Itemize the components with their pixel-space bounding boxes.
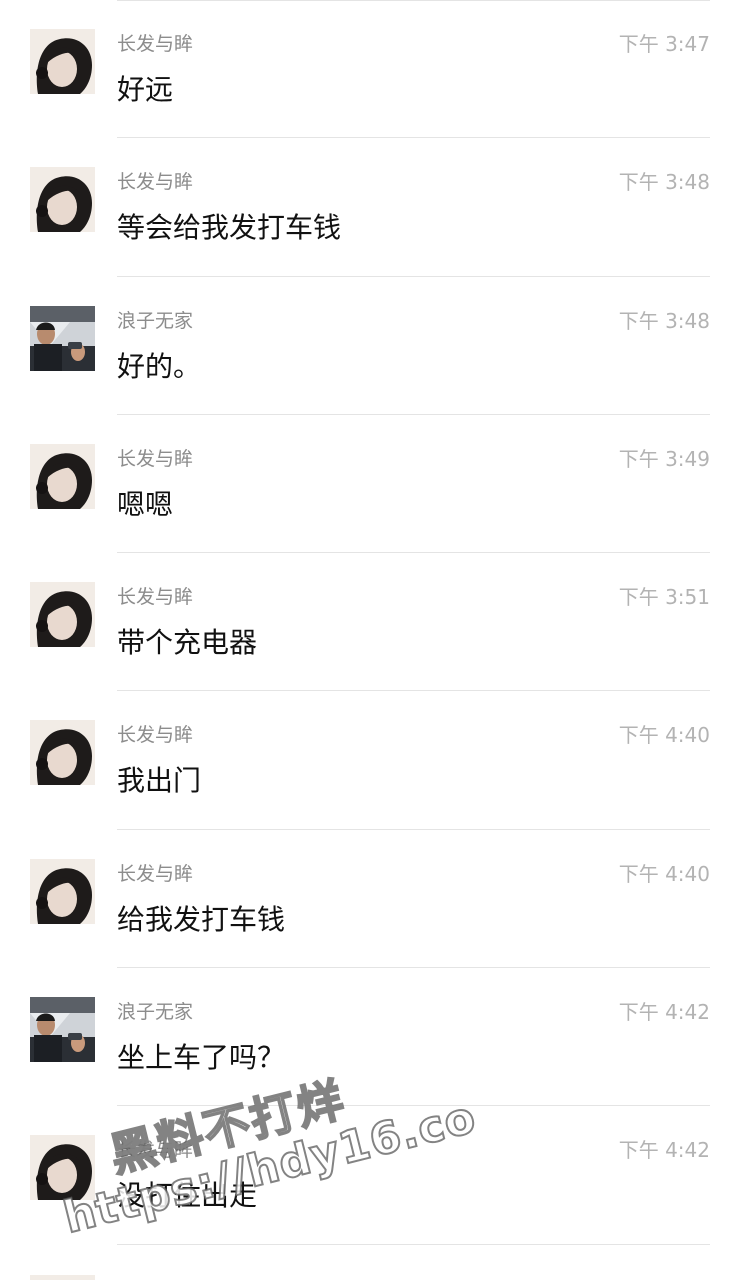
message-text: 嗯嗯 (117, 487, 174, 521)
message-text: 好远 (117, 73, 174, 106)
sender-name: 长发与眸 (117, 724, 194, 747)
message-row[interactable]: 浪子无家 下午 4:42 坐上车了吗？ (0, 968, 740, 1107)
message-time: 下午 3:48 (618, 170, 710, 195)
message-time: 下午 3:49 (618, 446, 710, 471)
car-driver-avatar[interactable] (30, 997, 95, 1063)
message-row[interactable]: 长发与眸 下午 3:47 好远 (0, 0, 740, 139)
message-text: 我出门 (117, 764, 202, 798)
long-hair-avatar[interactable] (30, 1135, 95, 1201)
message-text: 带个充电器 (117, 626, 258, 660)
sender-name: 长发与眸 (117, 447, 194, 470)
long-hair-avatar[interactable] (30, 720, 95, 786)
row-divider (117, 1243, 710, 1245)
sender-name: 长发与眸 (117, 171, 194, 194)
message-row[interactable]: 长发与眸 下午 3:48 等会给我发打车钱 (0, 138, 740, 277)
message-time: 下午 3:51 (618, 585, 710, 610)
message-row[interactable]: 长发与眸 下午 3:49 嗯嗯 (0, 415, 740, 554)
sender-name: 浪子无家 (117, 309, 194, 332)
message-row[interactable]: 长发与眸 下午 4:40 给我发打车钱 (0, 830, 740, 969)
sender-name: 长发与眸 (117, 1139, 194, 1162)
sender-name: 长发与眸 (117, 586, 194, 609)
message-text: 坐上车了吗？ (117, 1041, 286, 1075)
long-hair-avatar[interactable] (30, 443, 95, 509)
message-time: 下午 4:40 (618, 723, 710, 748)
sender-name: 长发与眸 (117, 33, 194, 55)
message-time: 下午 4:42 (618, 1000, 710, 1025)
message-row[interactable]: 长发与眸 下午 4:42 没打住出走 (0, 1106, 740, 1245)
message-row[interactable]: 长发与眸 下午 4:40 我出门 (0, 691, 740, 830)
message-time: 下午 4:42 (618, 1138, 710, 1163)
message-row[interactable]: 浪子无家 下午 3:48 好的。 (0, 277, 740, 415)
message-text: 等会给我发打车钱 (117, 211, 342, 245)
message-text: 给我发打车钱 (117, 902, 286, 936)
message-time: 下午 3:47 (618, 32, 710, 56)
long-hair-avatar[interactable] (30, 167, 95, 233)
message-text: 没打住出走 (117, 1179, 258, 1213)
message-row-partial[interactable] (0, 1269, 740, 1280)
long-hair-avatar[interactable] (30, 1275, 95, 1280)
message-row[interactable]: 长发与眸 下午 3:51 带个充电器 (0, 553, 740, 692)
message-list[interactable]: 长发与眸 下午 3:47 好远 长发与眸 下午 3:48 等会给我发打车钱 浪子… (0, 0, 740, 1245)
sender-name: 长发与眸 (117, 862, 194, 885)
long-hair-avatar[interactable] (30, 29, 95, 94)
message-time: 下午 3:48 (618, 308, 710, 333)
long-hair-avatar[interactable] (30, 582, 95, 648)
sender-name: 浪子无家 (117, 1001, 194, 1024)
long-hair-avatar[interactable] (30, 858, 95, 924)
car-driver-avatar[interactable] (30, 305, 95, 371)
message-time: 下午 4:40 (618, 861, 710, 886)
message-text: 好的。 (117, 349, 202, 383)
